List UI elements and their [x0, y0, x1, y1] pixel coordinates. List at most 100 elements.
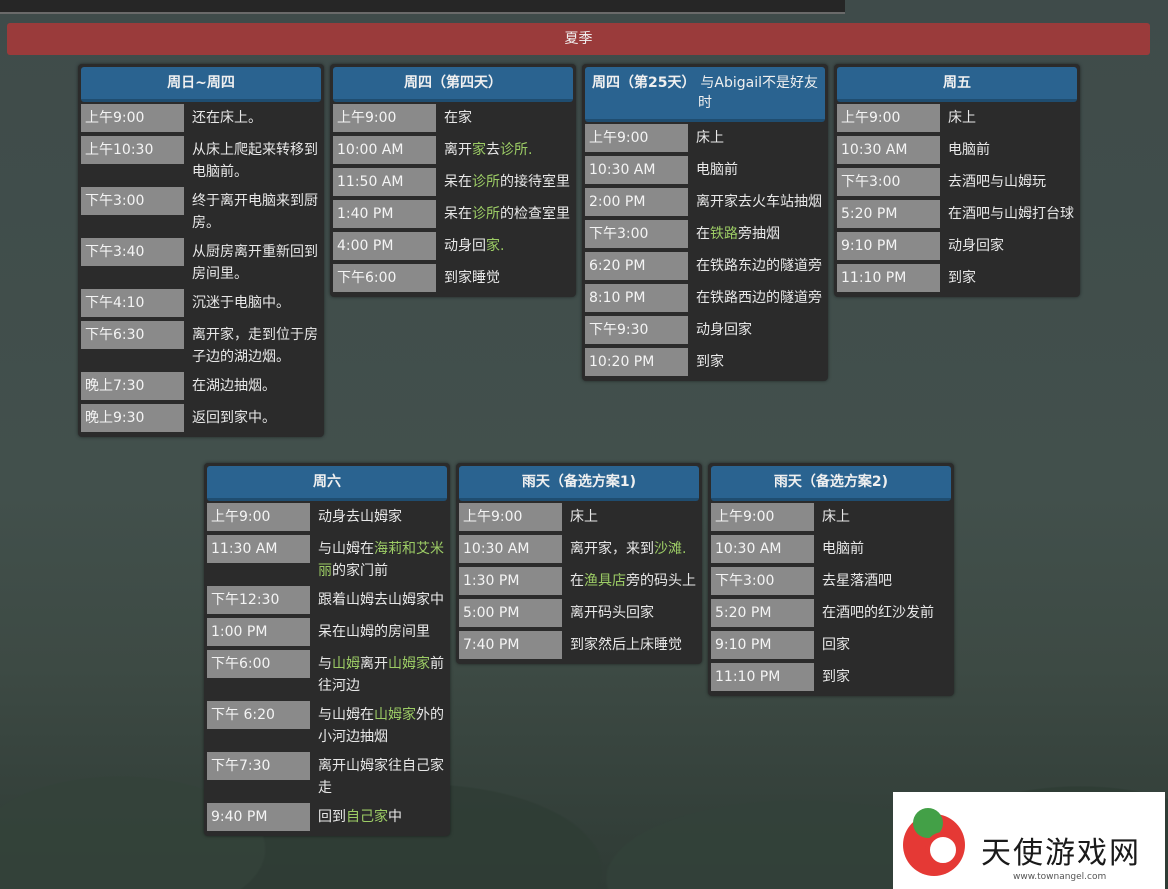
schedule-row: 上午9:00 床上 [585, 124, 825, 152]
schedule-row: 10:30 AM 离开家，来到沙滩. [459, 535, 699, 563]
description-text: 旁的码头上 [626, 573, 696, 589]
activity-description: 与山姆在海莉和艾米丽的家门前 [318, 535, 447, 582]
time-badge: 5:20 PM [711, 599, 814, 627]
schedule-row: 9:10 PM 动身回家 [837, 232, 1077, 260]
card-title-text: 周四（第四天） [404, 75, 502, 91]
watermark-logo-icon [903, 808, 965, 876]
time-badge: 上午10:30 [81, 136, 184, 164]
activity-description: 呆在诊所的接待室里 [444, 168, 570, 193]
location-link[interactable]: 自己家 [346, 809, 388, 825]
schedule-row: 10:30 AM 电脑前 [837, 136, 1077, 164]
time-badge: 下午12:30 [207, 586, 310, 614]
time-badge: 下午3:40 [81, 238, 184, 266]
card-title-text: 雨天（备选方案1) [521, 474, 637, 490]
time-badge: 10:20 PM [585, 348, 688, 376]
time-badge: 下午3:00 [585, 220, 688, 248]
activity-description: 去酒吧与山姆玩 [948, 174, 1046, 190]
time-badge: 下午3:00 [711, 567, 814, 595]
schedule-row: 10:20 PM 到家 [585, 348, 825, 376]
activity-description: 在湖边抽烟。 [192, 378, 276, 394]
location-link[interactable]: 渔具店 [584, 573, 626, 589]
description-text: 离开 [360, 656, 388, 672]
schedule-row: 2:00 PM 离开家去火车站抽烟 [585, 188, 825, 216]
activity-description: 沉迷于电脑中。 [192, 295, 290, 311]
location-link[interactable]: 沙滩. [654, 541, 686, 557]
location-link[interactable]: 山姆家 [388, 656, 430, 672]
activity-description: 离开家去火车站抽烟 [696, 194, 822, 210]
time-badge: 1:00 PM [207, 618, 310, 646]
time-badge: 6:20 PM [585, 252, 688, 280]
time-badge: 下午7:30 [207, 752, 310, 780]
activity-description: 床上 [570, 509, 598, 525]
card-title: 雨天（备选方案1) [459, 466, 699, 501]
activity-description: 床上 [822, 509, 850, 525]
activity-description: 动身回家. [444, 232, 504, 257]
location-link[interactable]: 家 [472, 142, 486, 158]
activity-description: 到家 [822, 669, 850, 685]
schedule-row: 9:10 PM 回家 [711, 631, 951, 659]
time-badge: 11:50 AM [333, 168, 436, 196]
description-text: 与 [318, 656, 332, 672]
description-text: 去 [486, 142, 500, 158]
schedule-card-thu-day25: 周四（第25天） 与Abigail不是好友时 上午9:00 床上 10:30 AM 电脑… [582, 64, 828, 381]
schedule-row: 下午3:40 从厨房离开重新回到房间里。 [81, 238, 321, 285]
schedule-card-sat: 周六 上午9:00 动身去山姆家 11:30 AM 与山姆在海莉和艾米丽的家门前 下午12… [204, 463, 450, 836]
description-text: 呆在 [444, 206, 472, 222]
location-link[interactable]: 家. [486, 238, 504, 254]
card-title: 周日~周四 [81, 67, 321, 102]
activity-description: 电脑前 [696, 162, 738, 178]
time-badge: 下午6:30 [81, 321, 184, 349]
time-badge: 11:30 AM [207, 535, 310, 563]
time-badge: 上午9:00 [585, 124, 688, 152]
activity-description: 回家 [822, 637, 850, 653]
schedule-row: 11:10 PM 到家 [837, 264, 1077, 292]
schedule-row: 下午3:00 终于离开电脑来到厨房。 [81, 187, 321, 234]
location-link[interactable]: 山姆 [332, 656, 360, 672]
watermark: 天使游戏网 www.townangel.com [893, 792, 1165, 889]
description-text: 在 [570, 573, 584, 589]
time-badge: 10:30 AM [837, 136, 940, 164]
time-badge: 10:30 AM [711, 535, 814, 563]
time-badge: 上午9:00 [459, 503, 562, 531]
location-link[interactable]: 铁路 [710, 226, 738, 242]
time-badge: 1:30 PM [459, 567, 562, 595]
description-text: 旁抽烟 [738, 226, 780, 242]
activity-description: 从厨房离开重新回到房间里。 [192, 244, 318, 282]
time-badge: 10:00 AM [333, 136, 436, 164]
activity-description: 在铁路西边的隧道旁 [696, 290, 822, 306]
description-text: 与山姆在 [318, 707, 374, 723]
season-header: 夏季 [7, 23, 1150, 55]
activity-description: 与山姆在山姆家外的小河边抽烟 [318, 701, 447, 748]
activity-description: 返回到家中。 [192, 410, 276, 426]
location-link[interactable]: 诊所 [472, 174, 500, 190]
time-badge: 上午9:00 [81, 104, 184, 132]
activity-description: 到家 [696, 354, 724, 370]
card-title-text: 周四（第25天） [592, 75, 696, 91]
location-link[interactable]: 诊所. [500, 142, 532, 158]
schedule-row: 10:30 AM 电脑前 [585, 156, 825, 184]
time-badge: 下午3:00 [837, 168, 940, 196]
description-text: 离开 [444, 142, 472, 158]
schedule-row: 上午9:00 动身去山姆家 [207, 503, 447, 531]
schedule-row: 下午6:00 与山姆离开山姆家前往河边 [207, 650, 447, 697]
schedule-row: 上午9:00 床上 [711, 503, 951, 531]
time-badge: 上午9:00 [711, 503, 814, 531]
description-text: 离开家，来到 [570, 541, 654, 557]
activity-description: 到家 [948, 270, 976, 286]
top-scrollbar[interactable] [0, 0, 845, 14]
time-badge: 11:10 PM [711, 663, 814, 691]
schedule-row: 晚上7:30 在湖边抽烟。 [81, 372, 321, 400]
schedule-card-thu-day4: 周四（第四天） 上午9:00 在家 10:00 AM 离开家去诊所. 11:50 AM 呆在… [330, 64, 576, 297]
activity-description: 去星落酒吧 [822, 573, 892, 589]
schedule-row: 1:30 PM 在渔具店旁的码头上 [459, 567, 699, 595]
location-link[interactable]: 山姆家 [374, 707, 416, 723]
card-title: 周五 [837, 67, 1077, 102]
schedule-row: 4:00 PM 动身回家. [333, 232, 573, 260]
schedule-row: 1:40 PM 呆在诊所的检查室里 [333, 200, 573, 228]
time-badge: 上午9:00 [207, 503, 310, 531]
location-link[interactable]: 诊所 [472, 206, 500, 222]
schedule-row: 上午9:00 床上 [459, 503, 699, 531]
activity-description: 离开码头回家 [570, 605, 654, 621]
activity-description: 离开家，来到沙滩. [570, 535, 686, 560]
time-badge: 上午9:00 [837, 104, 940, 132]
